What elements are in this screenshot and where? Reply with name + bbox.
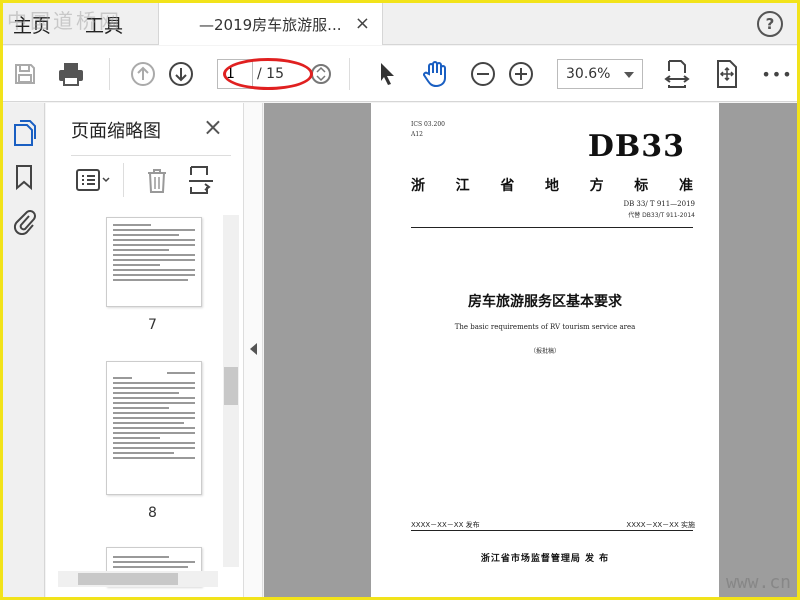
close-tab-icon[interactable]: × bbox=[355, 13, 370, 34]
previous-page-icon[interactable] bbox=[129, 60, 157, 88]
tab-bar: 主页 工具 —2019房车旅游服... × ? bbox=[3, 3, 797, 45]
page-thumbnail[interactable] bbox=[106, 361, 202, 495]
zoom-select[interactable]: 30.6% bbox=[557, 59, 643, 89]
standard-type-char: 标 bbox=[634, 178, 649, 194]
scrollbar-thumb[interactable] bbox=[78, 573, 178, 585]
save-icon[interactable] bbox=[11, 60, 39, 88]
thumbnail-options-icon[interactable] bbox=[75, 167, 111, 197]
watermark-url: www.cn bbox=[725, 572, 791, 593]
delete-page-icon[interactable] bbox=[145, 167, 169, 199]
zoom-out-icon[interactable] bbox=[469, 60, 497, 88]
vertical-scrollbar[interactable] bbox=[223, 215, 239, 567]
insert-page-icon[interactable] bbox=[187, 165, 215, 199]
ics-code: ICS 03.200 bbox=[411, 121, 445, 128]
fit-width-icon[interactable] bbox=[663, 60, 691, 88]
chevron-down-icon bbox=[624, 72, 634, 78]
thumbnail-page-number: 8 bbox=[148, 505, 157, 521]
panel-toolbar bbox=[71, 163, 241, 199]
standard-type-char: 地 bbox=[544, 178, 559, 194]
panel-collapse-handle[interactable] bbox=[243, 103, 263, 597]
page-thumbnail[interactable] bbox=[106, 217, 202, 307]
panel-title: 页面缩略图 bbox=[71, 121, 161, 142]
scrollbar-thumb[interactable] bbox=[224, 367, 238, 405]
standard-type-char: 省 bbox=[500, 178, 515, 194]
effective-date: XXXX－XX－XX 实施 bbox=[626, 521, 695, 529]
page-thumbnails-icon[interactable] bbox=[12, 119, 36, 147]
annotation-ellipse bbox=[223, 58, 313, 90]
print-icon[interactable] bbox=[57, 60, 85, 88]
help-button[interactable]: ? bbox=[757, 11, 783, 37]
select-pointer-icon[interactable] bbox=[373, 60, 401, 88]
bookmark-icon[interactable] bbox=[12, 163, 36, 191]
tab-document[interactable]: —2019房车旅游服... × bbox=[158, 3, 383, 45]
issuer: 浙江省市场监督管理局 发 布 bbox=[480, 554, 610, 564]
close-panel-icon[interactable]: × bbox=[203, 113, 223, 141]
thumbnail-panel: 页面缩略图 × 7 8 bbox=[46, 103, 243, 597]
document-title: 房车旅游服务区基本要求 bbox=[468, 294, 622, 310]
app-window: 主页 工具 —2019房车旅游服... × ? 中国道桥网 1 / 15 30.… bbox=[0, 0, 800, 600]
standard-number: DB 33/ T 911—2019 bbox=[623, 200, 695, 208]
standard-type-char: 江 bbox=[455, 178, 470, 194]
header-rule bbox=[411, 227, 693, 228]
panel-separator bbox=[123, 163, 124, 197]
standard-type: 浙 江 省 地 方 标 准 bbox=[411, 175, 693, 195]
publish-date: XXXX－XX－XX 发布 bbox=[411, 521, 480, 529]
zoom-in-icon[interactable] bbox=[507, 60, 535, 88]
watermark-logo: 中国道桥网 bbox=[7, 9, 122, 33]
left-rail bbox=[3, 103, 45, 597]
standard-code: DB33 bbox=[587, 129, 685, 164]
document-view[interactable]: ICS 03.200 A12 DB33 浙 江 省 地 方 标 准 DB 33/… bbox=[264, 103, 797, 597]
standard-type-char: 浙 bbox=[411, 178, 425, 194]
document-title-english: The basic requirements of RV tourism ser… bbox=[454, 323, 636, 331]
next-page-icon[interactable] bbox=[167, 60, 195, 88]
tab-document-label: —2019房车旅游服... bbox=[199, 15, 342, 34]
toolbar: 1 / 15 30.6% ••• bbox=[3, 46, 797, 102]
toolbar-separator bbox=[349, 58, 350, 90]
hand-tool-icon[interactable] bbox=[421, 60, 449, 88]
footer-rule bbox=[411, 530, 693, 531]
horizontal-scrollbar[interactable] bbox=[58, 571, 218, 587]
draft-status: （报批稿） bbox=[529, 348, 560, 355]
toolbar-separator bbox=[109, 58, 110, 90]
standard-type-char: 准 bbox=[678, 178, 693, 194]
classification-code: A12 bbox=[411, 131, 423, 138]
thumbnail-page-number: 7 bbox=[148, 317, 157, 333]
zoom-value: 30.6% bbox=[566, 66, 611, 82]
standard-replaces: 代替 DB33/T 911-2014 bbox=[628, 212, 695, 219]
panel-divider bbox=[71, 155, 231, 156]
pdf-page: ICS 03.200 A12 DB33 浙 江 省 地 方 标 准 DB 33/… bbox=[371, 103, 719, 597]
chevron-left-icon bbox=[250, 343, 257, 355]
attachment-icon[interactable] bbox=[12, 207, 36, 236]
more-options-icon[interactable]: ••• bbox=[761, 60, 791, 88]
standard-type-char: 方 bbox=[589, 178, 604, 194]
full-screen-icon[interactable] bbox=[713, 60, 741, 88]
